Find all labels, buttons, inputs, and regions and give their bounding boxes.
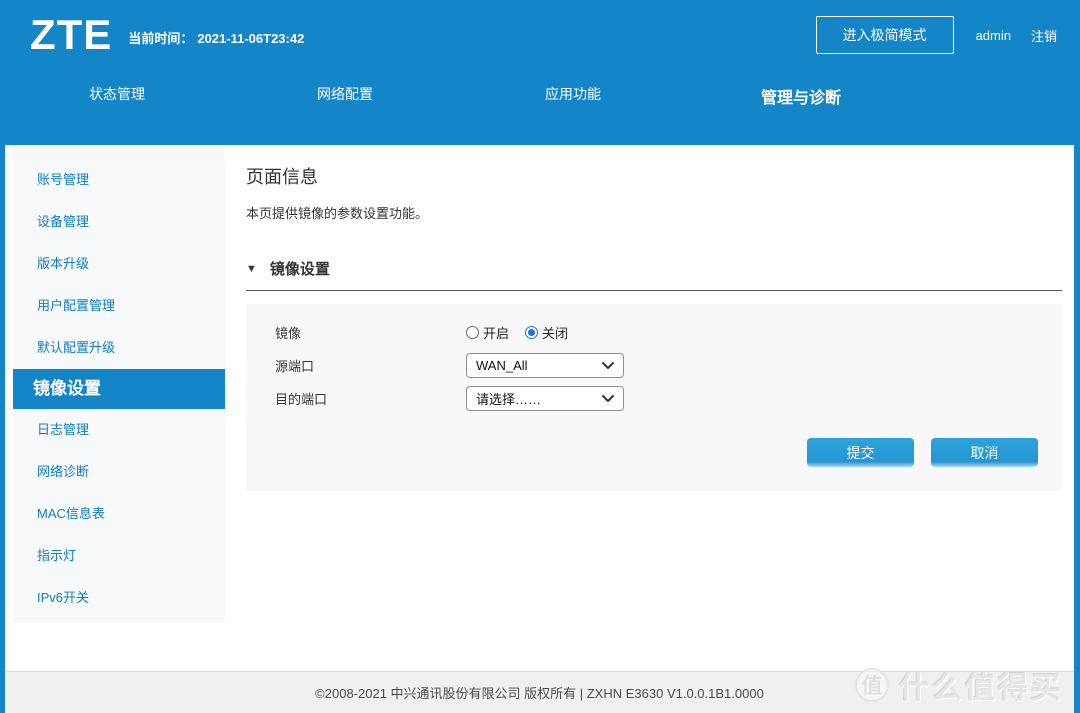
current-time-label: 当前时间： [128,31,193,46]
section-title: 镜像设置 [270,258,330,279]
current-time: 当前时间： 2021-11-06T23:42 [128,28,304,47]
sidebar-item-account-management[interactable]: 账号管理 [13,159,225,201]
form-buttons: 提交 取消 [275,438,1038,467]
sidebar-item-mirror-settings[interactable]: 镜像设置 [13,369,225,409]
mirror-toggle-row: 镜像 开启 关闭 [275,316,1038,349]
sidebar-item-version-upgrade[interactable]: 版本升级 [13,243,225,285]
dest-port-label: 目的端口 [275,389,466,408]
sidebar-item-log-management[interactable]: 日志管理 [13,409,225,451]
copyright-version-text: ©2008-2021 中兴通讯股份有限公司 版权所有 | ZXHN E3630 … [315,683,764,702]
top-banner: ZTE 当前时间： 2021-11-06T23:42 进入极简模式 admin 注… [0,0,1080,145]
header: ZTE 当前时间： 2021-11-06T23:42 进入极简模式 admin 注… [0,0,1080,64]
nav-tab-applications[interactable]: 应用功能 [459,78,687,114]
sidebar-item-network-diagnostics[interactable]: 网络诊断 [13,451,225,493]
main-nav: 状态管理 网络配置 应用功能 管理与诊断 [3,78,1080,114]
page-body: 账号管理 设备管理 版本升级 用户配置管理 默认配置升级 镜像设置 日志管理 网… [0,145,1080,713]
sidebar-item-user-config-management[interactable]: 用户配置管理 [13,285,225,327]
radio-mirror-on-label[interactable]: 开启 [483,323,509,342]
mirror-settings-form: 镜像 开启 关闭 源端口 WAN_All [246,304,1062,491]
dest-port-select[interactable]: 请选择…… [466,386,624,411]
nav-tab-network-config[interactable]: 网络配置 [231,78,459,114]
enter-simple-mode-button[interactable]: 进入极简模式 [816,16,954,54]
submit-button[interactable]: 提交 [807,438,914,467]
radio-mirror-off-label[interactable]: 关闭 [542,323,568,342]
radio-mirror-on[interactable] [466,326,479,339]
sidebar-panel: 账号管理 设备管理 版本升级 用户配置管理 默认配置升级 镜像设置 日志管理 网… [13,145,225,623]
current-time-value: 2021-11-06T23:42 [197,31,304,46]
page-description: 本页提供镜像的参数设置功能。 [246,203,1062,222]
source-port-select[interactable]: WAN_All [466,353,624,378]
footer: ©2008-2021 中兴通讯股份有限公司 版权所有 | ZXHN E3630 … [5,671,1074,713]
sidebar-item-mac-info-table[interactable]: MAC信息表 [13,493,225,535]
nav-tab-status[interactable]: 状态管理 [3,78,231,114]
source-port-row: 源端口 WAN_All [275,349,1038,382]
chevron-down-icon [602,362,614,370]
page-title: 页面信息 [246,163,1062,189]
sidebar-item-ipv6-switch[interactable]: IPv6开关 [13,577,225,619]
cancel-button[interactable]: 取消 [931,438,1038,467]
section-divider [246,290,1062,291]
dest-port-row: 目的端口 请选择…… [275,382,1038,415]
dest-port-selected-value: 请选择…… [476,389,541,408]
radio-mirror-off[interactable] [525,326,538,339]
nav-tab-management-diagnostics[interactable]: 管理与诊断 [687,78,915,114]
zte-router-admin-page: ZTE 当前时间： 2021-11-06T23:42 进入极简模式 admin 注… [0,0,1080,713]
mirror-radio-group: 开启 关闭 [466,323,568,342]
logged-in-username: admin [976,28,1011,43]
mirror-settings-section-header[interactable]: ▼ 镜像设置 [246,258,1062,279]
source-port-selected-value: WAN_All [476,358,528,373]
chevron-down-icon [602,395,614,403]
zte-logo: ZTE [30,14,112,56]
sidebar-item-default-config-upgrade[interactable]: 默认配置升级 [13,327,225,369]
mirror-label: 镜像 [275,323,466,342]
sidebar-item-indicator-light[interactable]: 指示灯 [13,535,225,577]
logout-link[interactable]: 注销 [1031,26,1057,45]
collapse-triangle-icon: ▼ [246,263,257,275]
source-port-label: 源端口 [275,356,466,375]
sidebar: 账号管理 设备管理 版本升级 用户配置管理 默认配置升级 镜像设置 日志管理 网… [5,145,225,671]
sidebar-item-device-management[interactable]: 设备管理 [13,201,225,243]
main-content: 页面信息 本页提供镜像的参数设置功能。 ▼ 镜像设置 镜像 开启 [225,145,1074,671]
